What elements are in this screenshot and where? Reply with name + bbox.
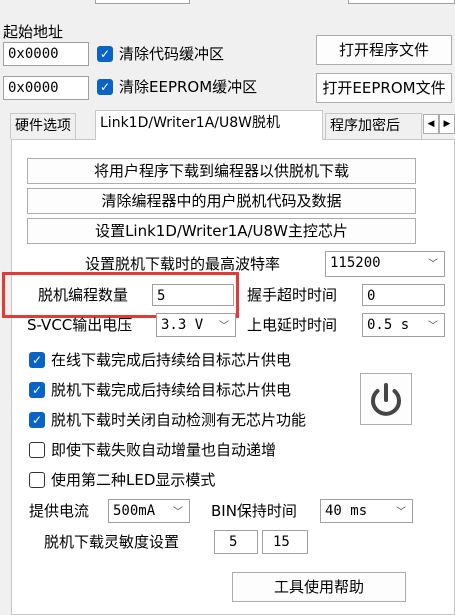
max-baud-label: 设置脱机下载时的最高波特率	[85, 255, 281, 273]
handshake-timeout-input[interactable]: 0	[362, 284, 445, 306]
start-address-label: 起始地址	[3, 23, 64, 41]
top-cutoff-field-2[interactable]	[348, 0, 455, 4]
svcc-voltage-value: 3.3 V	[161, 317, 204, 333]
tab-offline-link1d[interactable]: Link1D/Writer1A/U8W脱机	[95, 110, 323, 140]
handshake-timeout-label: 握手超时时间	[247, 286, 338, 304]
supply-current-value: 500mA	[113, 503, 156, 519]
top-cutoff-field-1[interactable]	[95, 0, 190, 4]
sensitivity-label: 脱机下载灵敏度设置	[44, 533, 180, 551]
option-checkbox-1[interactable]: ✓	[29, 352, 45, 368]
option-checkbox-4[interactable]	[29, 442, 45, 458]
tab-hardware-options[interactable]: 硬件选项	[10, 113, 76, 139]
supply-current-label: 提供电流	[29, 502, 90, 520]
bin-hold-value: 40 ms	[325, 503, 368, 519]
clear-eeprom-buffer-checkbox[interactable]: ✓	[97, 79, 113, 95]
power-delay-value: 0.5 s	[367, 317, 410, 333]
code-address-input[interactable]: 0x0000	[3, 42, 89, 66]
max-baud-value: 115200	[330, 255, 381, 271]
svcc-voltage-select[interactable]: 3.3 V ﹀	[156, 313, 236, 337]
option-label-3: 脱机下载时关闭自动检测有无芯片功能	[51, 411, 307, 429]
option-checkbox-5[interactable]	[29, 472, 45, 488]
tab-scroll-right-button[interactable]: ▶	[439, 114, 455, 134]
chevron-down-icon: ﹀	[219, 321, 229, 332]
offline-count-input[interactable]: 5	[152, 284, 234, 306]
chevron-down-icon: ﹀	[396, 507, 406, 518]
option-checkbox-2[interactable]: ✓	[29, 382, 45, 398]
open-eeprom-file-button[interactable]: 打开EEPROM文件	[316, 73, 452, 103]
download-user-program-button[interactable]: 将用户程序下载到编程器以供脱机下载	[27, 158, 416, 184]
svcc-voltage-label: S-VCC输出电压	[27, 316, 133, 334]
tab-scroll-left-button[interactable]: ◀	[423, 114, 439, 134]
open-program-file-button[interactable]: 打开程序文件	[316, 35, 452, 65]
power-delay-label: 上电延时时间	[247, 316, 338, 334]
power-button[interactable]	[360, 373, 412, 425]
clear-code-buffer-label: 清除代码缓冲区	[119, 45, 225, 63]
power-icon	[371, 383, 401, 416]
bin-hold-select[interactable]: 40 ms ﹀	[320, 499, 413, 523]
tab-program-encryption[interactable]: 程序加密后	[325, 113, 422, 139]
chevron-down-icon: ﹀	[428, 321, 438, 332]
option-label-4: 即使下载失败自动增量也自动递增	[51, 441, 277, 459]
max-baud-select[interactable]: 115200 ﹀	[325, 251, 445, 277]
chevron-down-icon: ﹀	[428, 259, 438, 270]
bin-hold-label: BIN保持时间	[211, 502, 297, 520]
option-label-2: 脱机下载完成后持续给目标芯片供电	[51, 381, 292, 399]
set-main-chip-button[interactable]: 设置Link1D/Writer1A/U8W主控芯片	[27, 218, 416, 244]
clear-code-buffer-checkbox[interactable]: ✓	[97, 46, 113, 62]
sensitivity-input-1[interactable]: 5	[214, 530, 258, 554]
supply-current-select[interactable]: 500mA ﹀	[108, 499, 190, 523]
clear-offline-code-button[interactable]: 清除编程器中的用户脱机代码及数据	[27, 188, 416, 214]
help-button[interactable]: 工具使用帮助	[232, 572, 406, 602]
sensitivity-input-2[interactable]: 15	[262, 530, 308, 554]
chevron-down-icon: ﹀	[173, 507, 183, 518]
power-delay-select[interactable]: 0.5 s ﹀	[362, 313, 445, 337]
option-label-1: 在线下载完成后持续给目标芯片供电	[51, 351, 292, 369]
eeprom-address-input[interactable]: 0x0000	[3, 76, 89, 100]
option-label-5: 使用第二种LED显示模式	[51, 471, 216, 489]
option-checkbox-3[interactable]: ✓	[29, 412, 45, 428]
offline-count-label: 脱机编程数量	[38, 286, 129, 304]
clear-eeprom-buffer-label: 清除EEPROM缓冲区	[119, 78, 258, 96]
